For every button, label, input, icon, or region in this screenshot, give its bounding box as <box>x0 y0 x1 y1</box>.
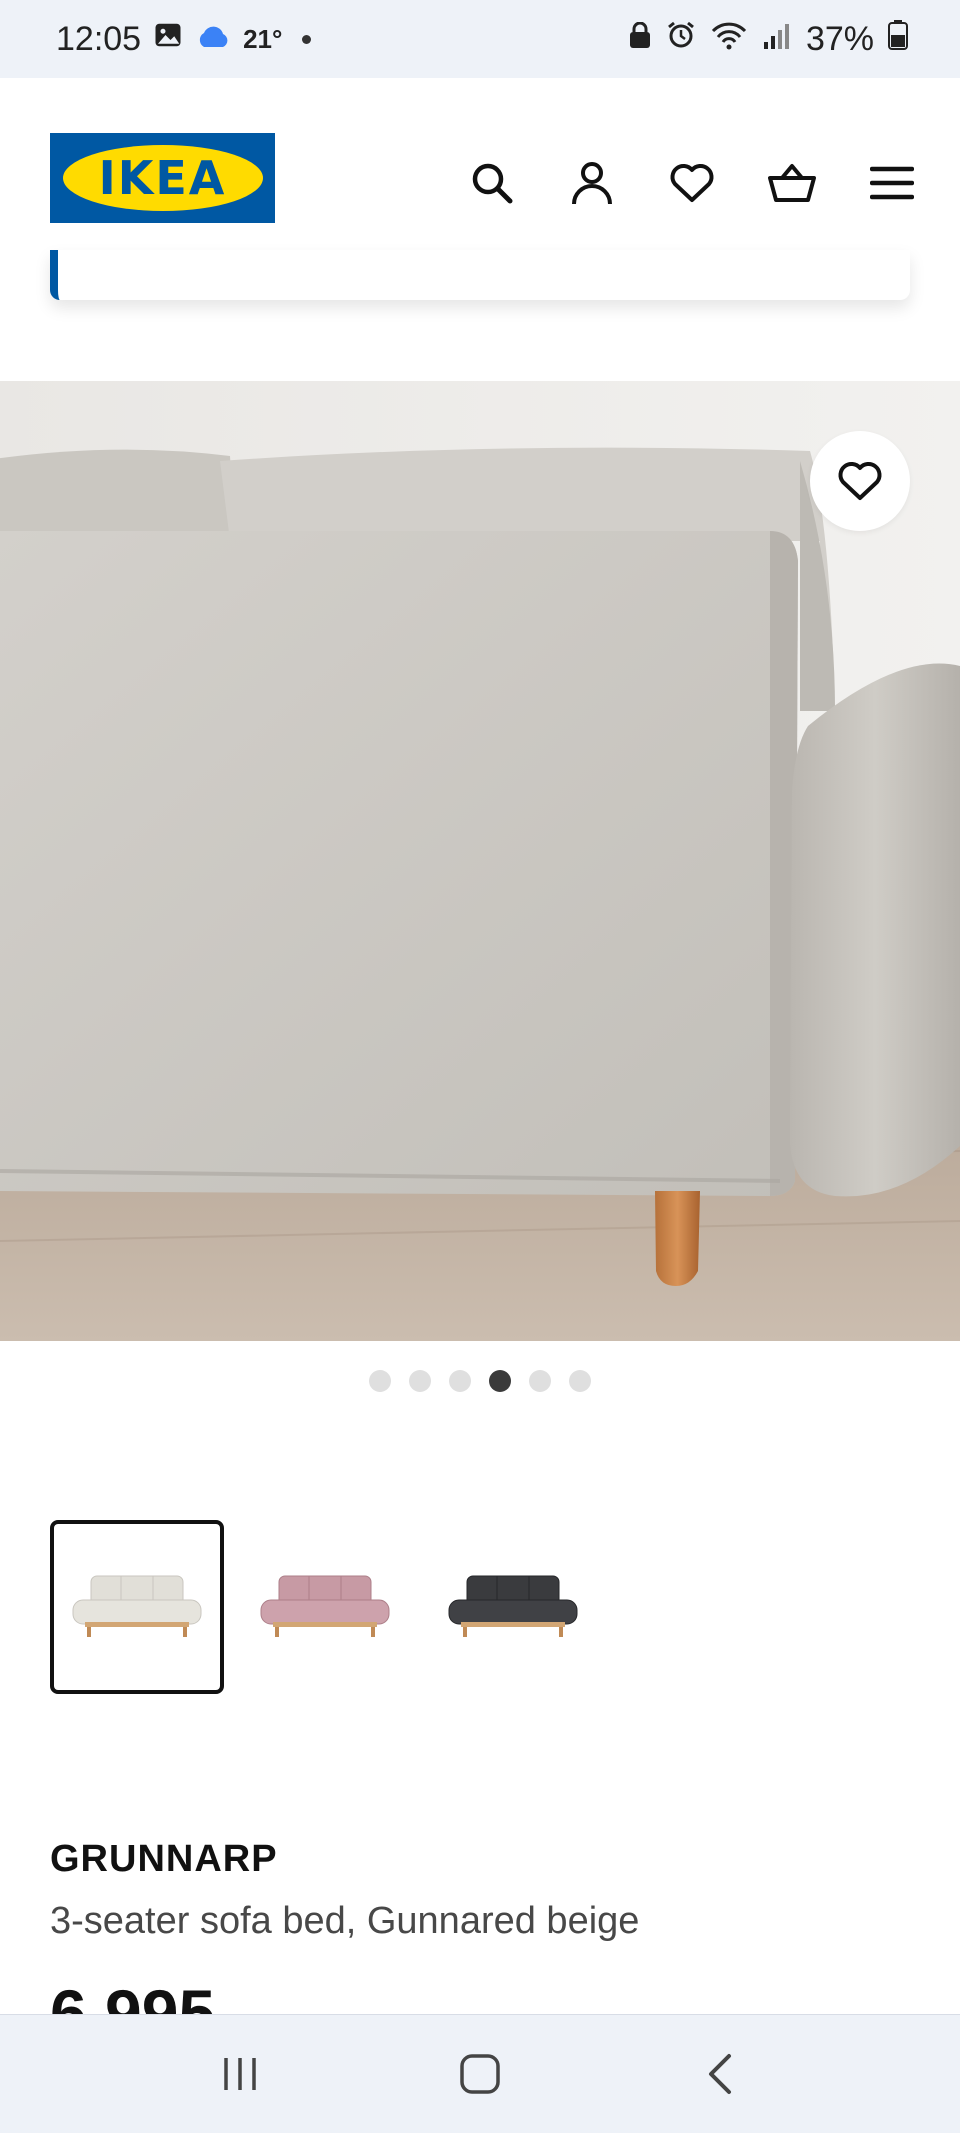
carousel-dot[interactable] <box>569 1370 591 1392</box>
status-temperature: 21° <box>243 23 283 54</box>
search-icon[interactable] <box>462 153 522 213</box>
gallery-icon <box>153 20 183 59</box>
logo-oval: IKEA <box>62 145 263 211</box>
status-left: 12:05 21° <box>56 19 312 59</box>
color-variant-list <box>50 1520 600 1694</box>
add-to-favourites-button[interactable] <box>810 431 910 531</box>
notification-dot <box>302 34 312 44</box>
basket-icon[interactable] <box>762 153 822 213</box>
cloud-icon <box>195 20 231 59</box>
menu-icon[interactable] <box>862 153 922 213</box>
logo-text: IKEA <box>98 151 227 205</box>
alarm-icon <box>666 20 696 59</box>
back-button[interactable] <box>680 2044 760 2104</box>
home-button[interactable] <box>440 2044 520 2104</box>
sofa-thumbnail-beige <box>72 1575 202 1637</box>
battery-percent: 37% <box>805 19 874 58</box>
product-name: GRUNNARP <box>50 1838 278 1880</box>
carousel-dot[interactable] <box>409 1370 431 1392</box>
image-carousel-indicator <box>0 1370 960 1392</box>
carousel-dot[interactable] <box>449 1370 471 1392</box>
home-icon <box>460 2054 500 2094</box>
header-icons <box>462 153 922 213</box>
sofa-thumbnail-pink <box>260 1575 390 1637</box>
status-bar: 12:05 21° 37% <box>0 0 960 78</box>
lock-icon <box>628 20 652 59</box>
carousel-dot-active[interactable] <box>489 1370 511 1392</box>
recent-apps-icon <box>224 2058 256 2090</box>
ikea-logo[interactable]: IKEA <box>50 133 275 223</box>
sofa-thumbnail-dark-grey <box>448 1575 578 1637</box>
heart-outline-icon <box>838 462 882 500</box>
swatch-beige[interactable] <box>50 1520 224 1694</box>
heart-icon[interactable] <box>662 153 722 213</box>
carousel-dot[interactable] <box>529 1370 551 1392</box>
sofa-closeup-image <box>0 381 960 1341</box>
swatch-pink[interactable] <box>238 1520 412 1694</box>
status-time: 12:05 <box>56 19 142 58</box>
product-description: 3-seater sofa bed, Gunnared beige <box>50 1900 640 1942</box>
wifi-icon <box>710 20 748 59</box>
android-nav-bar <box>0 2014 960 2133</box>
recent-apps-button[interactable] <box>200 2044 280 2104</box>
account-icon[interactable] <box>562 153 622 213</box>
status-right: 37% <box>628 19 908 59</box>
carousel-dot[interactable] <box>369 1370 391 1392</box>
back-icon <box>709 2054 731 2094</box>
product-image[interactable] <box>0 381 960 1341</box>
battery-icon <box>888 19 908 59</box>
signal-icon <box>762 20 792 59</box>
collapsed-card <box>50 250 910 300</box>
swatch-dark-grey[interactable] <box>426 1520 600 1694</box>
site-header: IKEA <box>0 78 960 278</box>
